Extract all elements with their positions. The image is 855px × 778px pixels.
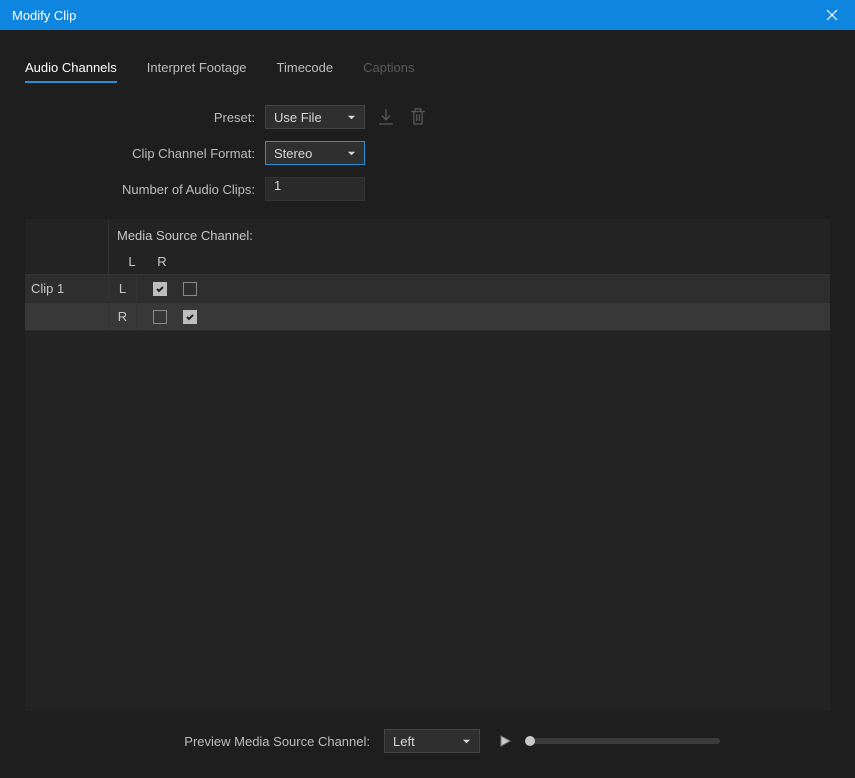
preview-slider[interactable] [530,738,720,744]
source-header: Media Source Channel: [109,221,830,249]
window-title: Modify Clip [12,8,76,23]
tab-captions: Captions [363,60,414,83]
preset-value: Use File [274,110,322,125]
clipname-subheader-cell [25,249,109,274]
play-icon [498,734,512,748]
numclips-label: Number of Audio Clips: [25,182,255,197]
table-row: R [25,303,830,331]
trash-icon [407,106,429,128]
form-area: Preset: Use File Clip Channel Format: St… [25,105,830,201]
preview-dropdown[interactable]: Left [384,729,480,753]
channel-table: Media Source Channel: L R Clip 1 L R [25,219,830,711]
chevron-down-icon [347,146,356,161]
dialog-body: Audio Channels Interpret Footage Timecod… [0,30,855,773]
tab-audio-channels[interactable]: Audio Channels [25,60,117,83]
tab-bar: Audio Channels Interpret Footage Timecod… [25,60,830,83]
source-subheader: L R [109,249,830,274]
delete-preset-button[interactable] [407,106,429,128]
chevron-down-icon [347,110,356,125]
format-value: Stereo [274,146,312,161]
save-preset-button[interactable] [375,106,397,128]
chevron-down-icon [462,734,471,749]
close-button[interactable] [809,0,855,30]
preset-dropdown[interactable]: Use File [265,105,365,129]
checkbox-clip1-r-l[interactable] [153,310,167,324]
preset-label: Preset: [25,110,255,125]
row-channel-l: L [109,275,137,302]
clip-name-empty [25,303,109,330]
row-checks [137,303,830,330]
close-icon [826,9,838,21]
clip-name: Clip 1 [25,275,109,302]
col-r-label: R [147,249,177,274]
row-checks [137,275,830,302]
checkbox-clip1-l-r[interactable] [183,282,197,296]
tab-timecode[interactable]: Timecode [277,60,334,83]
format-row: Clip Channel Format: Stereo [25,141,830,165]
numclips-input[interactable]: 1 [265,177,365,201]
slider-knob[interactable] [525,736,535,746]
numclips-row: Number of Audio Clips: 1 [25,177,830,201]
title-bar: Modify Clip [0,0,855,30]
play-button[interactable] [494,730,516,752]
checkbox-clip1-l-l[interactable] [153,282,167,296]
tab-interpret-footage[interactable]: Interpret Footage [147,60,247,83]
row-channel-r: R [109,303,137,330]
format-dropdown[interactable]: Stereo [265,141,365,165]
footer-row: Preview Media Source Channel: Left [25,711,830,753]
checkbox-clip1-r-r[interactable] [183,310,197,324]
table-row: Clip 1 L [25,275,830,303]
table-header-row: Media Source Channel: [25,219,830,249]
preset-row: Preset: Use File [25,105,830,129]
preview-label: Preview Media Source Channel: [25,734,370,749]
table-subheader-row: L R [25,249,830,275]
preview-value: Left [393,734,415,749]
col-l-label: L [117,249,147,274]
clipname-header-cell [25,221,109,249]
format-label: Clip Channel Format: [25,146,255,161]
download-icon [375,106,397,128]
